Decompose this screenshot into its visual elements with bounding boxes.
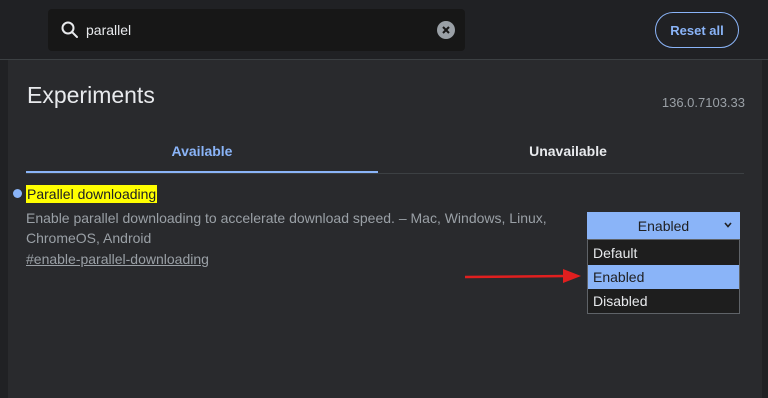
select-dropdown-list: Default Enabled Disabled bbox=[587, 239, 740, 314]
clear-search-icon[interactable] bbox=[437, 21, 455, 39]
search-box[interactable] bbox=[48, 9, 465, 51]
chevron-down-icon bbox=[724, 222, 732, 228]
experiment-permalink[interactable]: #enable-parallel-downloading bbox=[26, 251, 209, 267]
experiment-description: Enable parallel downloading to accelerat… bbox=[26, 210, 547, 246]
page-title: Experiments bbox=[27, 82, 155, 108]
option-enabled[interactable]: Enabled bbox=[588, 265, 739, 289]
option-default[interactable]: Default bbox=[588, 241, 739, 265]
tab-available[interactable]: Available bbox=[26, 130, 378, 173]
new-indicator-dot bbox=[13, 189, 22, 198]
version-label: 136.0.7103.33 bbox=[661, 95, 745, 110]
tab-bar: Available Unavailable bbox=[26, 130, 744, 174]
experiment-state-select[interactable]: Enabled bbox=[587, 212, 740, 239]
header-bar: Reset all bbox=[0, 0, 768, 60]
reset-all-button[interactable]: Reset all bbox=[655, 12, 739, 48]
annotation-arrow-icon bbox=[464, 269, 581, 283]
experiment-name: Parallel downloading bbox=[26, 185, 158, 203]
experiments-panel: Experiments 136.0.7103.33 Available Unav… bbox=[8, 60, 762, 398]
search-icon bbox=[61, 21, 78, 38]
tab-unavailable[interactable]: Unavailable bbox=[392, 130, 744, 171]
search-input[interactable] bbox=[86, 9, 426, 51]
option-disabled[interactable]: Disabled bbox=[588, 289, 739, 313]
select-value: Enabled bbox=[637, 217, 690, 234]
